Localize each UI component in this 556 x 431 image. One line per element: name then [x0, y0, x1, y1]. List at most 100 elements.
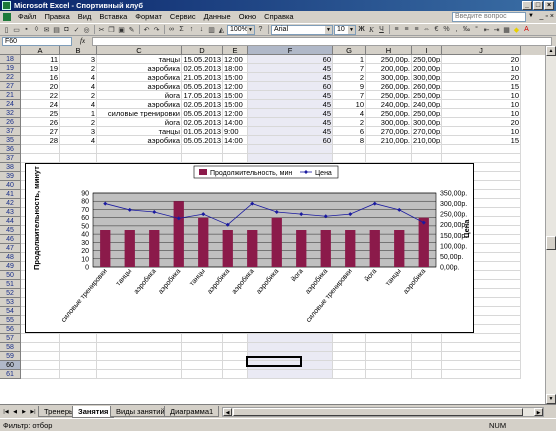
grid-cell[interactable]: 20: [21, 82, 60, 91]
grid-cell[interactable]: [60, 154, 97, 163]
grid-cell[interactable]: 60: [248, 136, 333, 145]
cut-icon[interactable]: ✂: [97, 25, 106, 34]
embedded-chart[interactable]: 0 10 20 30 40 50 60 70 80 90 0,00р. 50,00р. 100,00р.…: [25, 163, 474, 333]
grid-cell[interactable]: [333, 352, 366, 361]
grid-cell[interactable]: [442, 352, 521, 361]
column-header[interactable]: J: [442, 46, 521, 55]
grid-cell[interactable]: 15:00: [223, 100, 248, 109]
chevron-down-icon[interactable]: ▼: [325, 25, 332, 34]
grid-cell[interactable]: 21.05.2013: [182, 73, 223, 82]
grid-cell[interactable]: [182, 154, 223, 163]
grid-cell[interactable]: танцы: [97, 127, 182, 136]
grid-cell[interactable]: [248, 334, 333, 343]
undo-icon[interactable]: ↶: [142, 25, 151, 34]
workbook-minimize-button[interactable]: _: [540, 13, 544, 21]
row-header[interactable]: 21: [0, 91, 21, 100]
grid-cell[interactable]: 4: [60, 73, 97, 82]
grid-cell[interactable]: 10: [442, 109, 521, 118]
grid-cell[interactable]: [21, 145, 60, 154]
grid-cell[interactable]: [182, 334, 223, 343]
grid-cell[interactable]: 20: [442, 55, 521, 64]
scroll-down-icon[interactable]: ▼: [546, 394, 556, 404]
grid-cell[interactable]: 250,00р.: [366, 55, 412, 64]
grid-cell[interactable]: 210,00р.: [366, 136, 412, 145]
grid-cell[interactable]: [223, 145, 248, 154]
grid-cell[interactable]: 9:00: [223, 127, 248, 136]
grid-cell[interactable]: 20: [442, 118, 521, 127]
row-header[interactable]: 36: [0, 145, 21, 154]
grid-cell[interactable]: 8: [333, 136, 366, 145]
grid-cell[interactable]: 300,00р.: [412, 118, 442, 127]
menu-window[interactable]: Окно: [235, 11, 260, 23]
workbook-close-button[interactable]: ×: [550, 13, 554, 21]
first-sheet-icon[interactable]: |◀: [2, 408, 10, 416]
grid-cell[interactable]: 60: [248, 82, 333, 91]
grid-cell[interactable]: 15: [442, 136, 521, 145]
percent-icon[interactable]: %: [442, 25, 451, 34]
grid-cell[interactable]: [366, 334, 412, 343]
grid-cell[interactable]: 7: [333, 64, 366, 73]
grid-cell[interactable]: [366, 361, 412, 370]
select-all-corner[interactable]: [0, 46, 21, 55]
row-header[interactable]: 48: [0, 253, 21, 262]
worksheet-grid[interactable]: ABCDEFGHIJ 18 11 3 танцы 15.05.2013 12:00 60 1 2…: [0, 46, 545, 404]
tab-chart1[interactable]: Диаграмма1: [164, 406, 220, 417]
hyperlink-icon[interactable]: ∞: [167, 25, 176, 34]
grid-cell[interactable]: 3: [60, 127, 97, 136]
row-header[interactable]: 32: [0, 109, 21, 118]
row-header[interactable]: 39: [0, 172, 21, 181]
grid-cell[interactable]: 45: [248, 64, 333, 73]
font-select[interactable]: Arial ▼: [271, 24, 333, 35]
grid-cell[interactable]: 45: [248, 109, 333, 118]
grid-cell[interactable]: 2: [60, 118, 97, 127]
scroll-left-icon[interactable]: ◀: [223, 408, 232, 416]
underline-button[interactable]: Ч: [377, 25, 386, 34]
grid-cell[interactable]: 05.05.2013: [182, 82, 223, 91]
grid-cell[interactable]: [60, 343, 97, 352]
grid-cell[interactable]: [442, 154, 521, 163]
align-right-icon[interactable]: ≡: [412, 25, 421, 34]
chevron-down-icon[interactable]: ▼: [348, 25, 355, 34]
menu-tools[interactable]: Сервис: [166, 11, 200, 23]
grid-cell[interactable]: 4: [333, 109, 366, 118]
italic-button[interactable]: К: [367, 25, 376, 34]
grid-cell[interactable]: 24: [21, 100, 60, 109]
open-folder-icon[interactable]: ▭: [12, 25, 21, 34]
grid-cell[interactable]: [333, 361, 366, 370]
row-header[interactable]: 42: [0, 199, 21, 208]
grid-cell[interactable]: [248, 154, 333, 163]
grid-cell[interactable]: силовые тренировки: [97, 109, 182, 118]
grid-cell[interactable]: 15: [442, 82, 521, 91]
paste-icon[interactable]: ▣: [117, 25, 126, 34]
grid-cell[interactable]: [97, 145, 182, 154]
grid-cell[interactable]: [182, 352, 223, 361]
print-preview-icon[interactable]: ◘: [62, 25, 71, 34]
grid-cell[interactable]: [412, 154, 442, 163]
grid-cell[interactable]: [97, 352, 182, 361]
row-header[interactable]: 54: [0, 307, 21, 316]
grid-cell[interactable]: танцы: [97, 55, 182, 64]
grid-cell[interactable]: 02.05.2013: [182, 118, 223, 127]
grid-cell[interactable]: 270,00р.: [366, 127, 412, 136]
grid-cell[interactable]: 300,00р.: [412, 73, 442, 82]
grid-cell[interactable]: [21, 343, 60, 352]
column-header[interactable]: C: [97, 46, 182, 55]
grid-cell[interactable]: [442, 370, 521, 379]
close-button[interactable]: ×: [544, 1, 554, 10]
grid-cell[interactable]: [248, 145, 333, 154]
row-header[interactable]: 40: [0, 181, 21, 190]
grid-cell[interactable]: [248, 370, 333, 379]
grid-cell[interactable]: аэробика: [97, 73, 182, 82]
grid-cell[interactable]: 18:00: [223, 64, 248, 73]
grid-cell[interactable]: [97, 343, 182, 352]
grid-cell[interactable]: [366, 145, 412, 154]
grid-cell[interactable]: 12:00: [223, 82, 248, 91]
grid-cell[interactable]: 250,00р.: [412, 91, 442, 100]
grid-cell[interactable]: [333, 145, 366, 154]
grid-cell[interactable]: [412, 361, 442, 370]
grid-cell[interactable]: 14:00: [223, 136, 248, 145]
copy-icon[interactable]: ❐: [107, 25, 116, 34]
grid-cell[interactable]: [223, 370, 248, 379]
grid-cell[interactable]: [412, 352, 442, 361]
grid-cell[interactable]: аэробика: [97, 82, 182, 91]
